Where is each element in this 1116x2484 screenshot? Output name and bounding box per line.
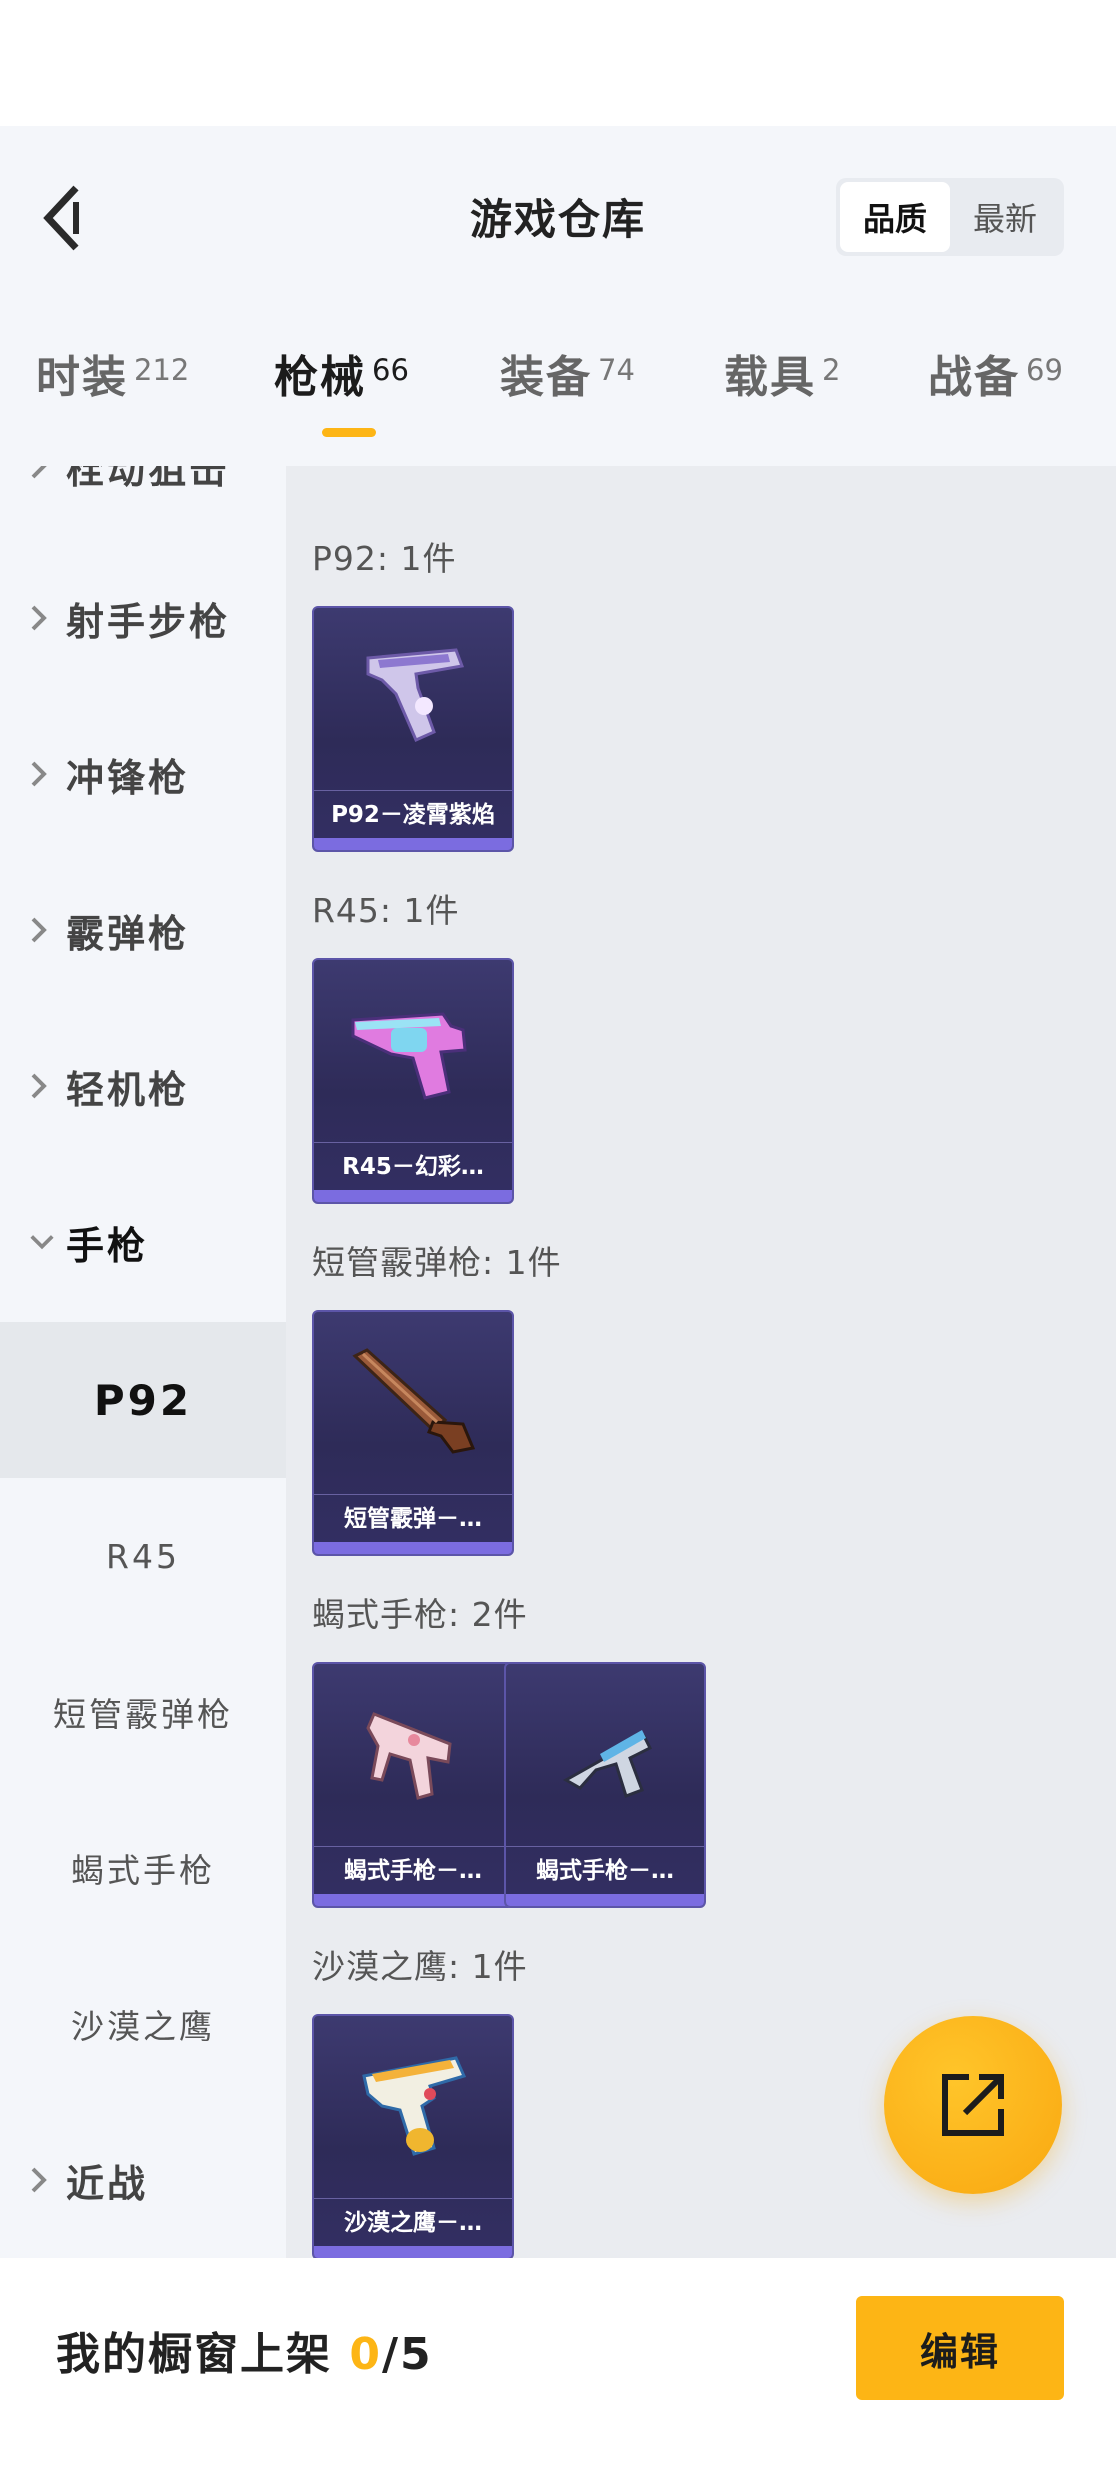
rarity-bar <box>314 1190 512 1202</box>
group-title: R45: 1件 <box>312 891 460 930</box>
item-card-name: P92－凌霄紫焰 <box>314 790 512 838</box>
sidebar-item-shotgun[interactable]: 霰弹枪 <box>0 852 286 1008</box>
tab-count: 212 <box>134 353 190 387</box>
chevron-down-icon <box>28 1231 56 1253</box>
chevron-right-icon <box>28 603 56 633</box>
chevron-right-icon <box>28 915 56 945</box>
item-card[interactable]: 蝎式手枪－… <box>312 1662 514 1908</box>
sidebar-subitem-skorpion[interactable]: 蝎式手枪 <box>0 1790 286 1946</box>
sidebar-item-melee[interactable]: 近战 <box>0 2102 286 2258</box>
wooden-shotgun-image <box>314 1312 512 1492</box>
sort-newest-option[interactable]: 最新 <box>950 182 1060 252</box>
item-card-name: 沙漠之鹰－… <box>314 2198 512 2246</box>
tab-count: 74 <box>598 353 635 387</box>
item-card[interactable]: P92－凌霄紫焰 <box>312 606 514 852</box>
pink-smg-image <box>314 1664 512 1844</box>
item-card-name: 蝎式手枪－… <box>506 1846 704 1894</box>
item-card[interactable]: 沙漠之鹰－… <box>312 2014 514 2258</box>
tab-fashion[interactable]: 时装 212 <box>36 330 189 440</box>
tab-label: 时装 <box>36 352 128 403</box>
rarity-bar <box>314 2246 512 2258</box>
sidebar-item-marksman[interactable]: 射手步枪 <box>0 540 286 696</box>
item-list[interactable]: P92: 1件 P92－凌霄紫焰 R45: 1件 R45－幻彩… 短管霰弹枪: … <box>286 466 1116 2258</box>
sidebar-item-label: 近战 <box>66 2161 149 2206</box>
chevron-right-icon <box>28 466 56 481</box>
tab-label: 装备 <box>500 352 592 403</box>
neon-revolver-image <box>314 960 512 1140</box>
rarity-bar <box>506 1894 704 1906</box>
tab-label: 战备 <box>928 352 1020 403</box>
showcase-status: 我的橱窗上架 0/5 <box>56 2318 433 2382</box>
sidebar-subitem-deagle[interactable]: 沙漠之鹰 <box>0 1946 286 2102</box>
group-title: 短管霰弹枪: 1件 <box>312 1243 562 1282</box>
sidebar-subitem-p92[interactable]: P92 <box>0 1322 286 1478</box>
share-button[interactable] <box>884 2016 1062 2194</box>
chevron-right-icon <box>28 2165 56 2195</box>
share-external-icon <box>942 2074 1004 2136</box>
sort-quality-option[interactable]: 品质 <box>840 182 950 252</box>
edit-button[interactable]: 编辑 <box>856 2296 1064 2400</box>
sidebar-item-label: 冲锋枪 <box>66 755 190 800</box>
tab-firearms[interactable]: 枪械 66 <box>274 330 409 440</box>
group-title: 蝎式手枪: 2件 <box>312 1595 528 1634</box>
rarity-bar <box>314 838 512 850</box>
chevron-right-icon <box>28 1071 56 1101</box>
sidebar-item-label: 栓动狙击 <box>66 466 231 492</box>
active-tab-indicator <box>322 428 376 437</box>
sidebar-item-lmg[interactable]: 轻机枪 <box>0 1008 286 1164</box>
showcase-label: 我的橱窗上架 <box>56 2329 332 2380</box>
toy-deagle-image <box>314 2016 512 2196</box>
tab-tactical[interactable]: 战备 69 <box>928 330 1063 440</box>
sidebar-subitem-r45[interactable]: R45 <box>0 1478 286 1634</box>
tab-vehicles[interactable]: 载具 2 <box>724 330 840 440</box>
chrome-smg-image <box>506 1664 704 1844</box>
item-card-name: 蝎式手枪－… <box>314 1846 512 1894</box>
tab-count: 2 <box>822 353 841 387</box>
rarity-bar <box>314 1542 512 1554</box>
chevron-right-icon <box>28 759 56 789</box>
sidebar-item-pistol[interactable]: 手枪 <box>0 1164 286 1320</box>
item-card[interactable]: R45－幻彩… <box>312 958 514 1204</box>
sidebar-item-smg[interactable]: 冲锋枪 <box>0 696 286 852</box>
tab-label: 载具 <box>724 352 816 403</box>
tab-count: 69 <box>1026 353 1063 387</box>
showcase-current-count: 0 <box>349 2329 382 2380</box>
item-card[interactable]: 短管霰弹－… <box>312 1310 514 1556</box>
tab-count: 66 <box>372 353 409 387</box>
showcase-total: /5 <box>381 2329 433 2380</box>
group-title: 沙漠之鹰: 1件 <box>312 1947 528 1986</box>
item-card-name: 短管霰弹－… <box>314 1494 512 1542</box>
status-bar <box>0 0 1116 126</box>
category-sidebar[interactable]: 栓动狙击 射手步枪 冲锋枪 霰弹枪 轻机枪 手枪 P92 R45 短管霰弹枪 蝎… <box>0 466 286 2258</box>
sidebar-item-label: 霰弹枪 <box>66 911 190 956</box>
purple-pistol-image <box>314 608 512 788</box>
sidebar-item-label: 手枪 <box>66 1223 149 1268</box>
item-card[interactable]: 蝎式手枪－… <box>504 1662 706 1908</box>
sidebar-item-bolt-action[interactable]: 栓动狙击 <box>0 466 286 544</box>
tab-label: 枪械 <box>274 352 366 403</box>
sidebar-item-label: 轻机枪 <box>66 1067 190 1112</box>
sort-toggle: 品质 最新 <box>836 178 1064 256</box>
category-tabs: 时装 212 枪械 66 装备 74 载具 2 战备 69 <box>0 330 1116 440</box>
sidebar-item-label: 射手步枪 <box>66 599 231 644</box>
tab-equipment[interactable]: 装备 74 <box>500 330 635 440</box>
rarity-bar <box>314 1894 512 1906</box>
group-title: P92: 1件 <box>312 539 457 578</box>
item-card-name: R45－幻彩… <box>314 1142 512 1190</box>
sidebar-subitem-sawed-off[interactable]: 短管霰弹枪 <box>0 1634 286 1790</box>
